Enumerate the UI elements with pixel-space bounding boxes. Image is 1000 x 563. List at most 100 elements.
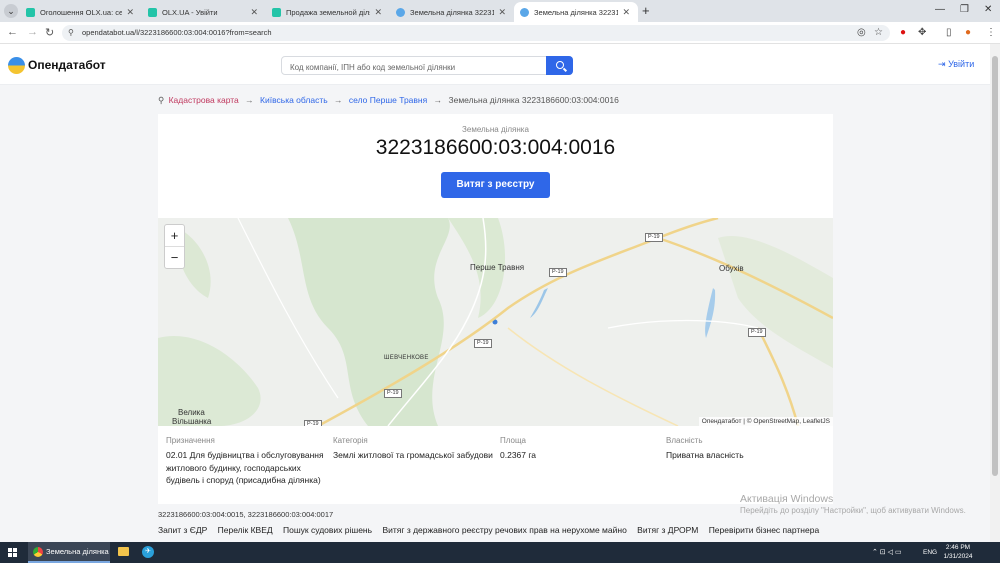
tab-search-icon[interactable]: ⌄ — [4, 4, 18, 18]
tab-title: Земельна ділянка 32231866 — [410, 7, 495, 17]
zoom-control: + − — [164, 224, 185, 269]
footer-link[interactable]: Витяг з державного реєстру речових прав … — [382, 525, 626, 535]
ownership-column: Власність Приватна власність — [666, 436, 826, 462]
purpose-value: 02.01 Для будівництва і обслуговування ж… — [166, 450, 324, 485]
system-tray-icons[interactable]: ⌃ ⊡ ◁ ▭ — [872, 548, 902, 556]
browser-tab-active[interactable]: Земельна ділянка 3223186600 ✕ — [514, 2, 638, 22]
close-icon[interactable]: ✕ — [374, 7, 382, 18]
new-tab-button[interactable]: + — [642, 3, 650, 18]
breadcrumb-link[interactable]: Київська область — [260, 95, 328, 105]
map-label: ШЕВЧЕНКОВЕ — [384, 355, 429, 361]
purpose-column: Призначення 02.01 Для будівництва і обсл… — [166, 436, 326, 487]
area-value: 0.2367 га — [500, 450, 537, 460]
address-toolbar: ← → ↻ ⚲ opendatabot.ua/l/3223186600:03:0… — [0, 22, 1000, 44]
ownership-value: Приватна власність — [666, 450, 744, 460]
zoom-out-button[interactable]: − — [165, 247, 184, 269]
footer-link[interactable]: Перевірити бізнес партнера — [709, 525, 820, 535]
category-label: Категорія — [333, 436, 368, 445]
clock-date: 1/31/2024 — [943, 552, 973, 560]
footer-link[interactable]: Пошук судових рішень — [283, 525, 372, 535]
tab-favicon — [148, 7, 157, 17]
map-attribution[interactable]: Опендатабот | © OpenStreetMap, LeafletJS — [698, 417, 833, 426]
related-parcels[interactable]: 3223186600:03:004:0015, 3223186600:03:00… — [158, 510, 333, 519]
menu-icon[interactable]: ⋮ — [986, 27, 996, 38]
reload-icon[interactable]: ↻ — [45, 26, 54, 39]
language-indicator[interactable]: ENG — [923, 549, 937, 556]
forward-icon[interactable]: → — [27, 26, 38, 38]
search-box — [281, 56, 573, 76]
tab-title: Оголошення OLX.ua: сервіс ог — [40, 7, 123, 17]
site-header: Опендатабот ⇥ Увійти — [0, 44, 990, 85]
windows-activation-text: Перейдіть до розділу "Настройки", щоб ак… — [740, 506, 966, 515]
parcel-subtitle: Земельна ділянка — [462, 125, 529, 134]
breadcrumb-link[interactable]: село Перше Травня — [349, 95, 427, 105]
logo-icon[interactable] — [8, 57, 25, 74]
browser-tab[interactable]: Земельна ділянка 32231866 ✕ — [390, 2, 514, 22]
map-canvas — [158, 218, 833, 426]
star-icon[interactable]: ☆ — [874, 27, 883, 38]
area-label: Площа — [500, 436, 526, 445]
url-text: opendatabot.ua/l/3223186600:03:004:0016?… — [82, 28, 272, 37]
footer-link[interactable]: Витяг з ДРОРМ — [637, 525, 698, 535]
login-label: Увійти — [948, 59, 975, 69]
folder-icon[interactable] — [118, 547, 129, 556]
parcel-details: Призначення 02.01 Для будівництва і обсл… — [158, 426, 833, 504]
registry-extract-button[interactable]: Витяг з реєстру — [441, 172, 550, 198]
profile-icon[interactable]: ● — [965, 27, 971, 38]
opera-icon[interactable]: ● — [900, 27, 906, 38]
map-label: Вільшанка — [172, 417, 212, 426]
scrollbar[interactable] — [990, 44, 1000, 542]
minimize-icon[interactable]: — — [935, 4, 945, 15]
road-label: Р-19 — [474, 339, 492, 348]
login-link[interactable]: ⇥ Увійти — [938, 59, 974, 70]
map-label: Обухів — [719, 264, 744, 273]
road-label: Р-19 — [384, 389, 402, 398]
eye-off-icon[interactable]: ◎ — [857, 27, 866, 38]
taskbar-app-title: Земельна ділянка ... — [46, 547, 110, 556]
back-icon[interactable]: ← — [7, 26, 18, 38]
scrollbar-thumb[interactable] — [992, 56, 998, 476]
chrome-icon — [33, 547, 43, 557]
footer-link[interactable]: Запит з ЄДР — [158, 525, 207, 535]
map-pin-icon: ⚲ — [158, 95, 165, 105]
extensions-icon[interactable]: ✥ — [918, 27, 926, 38]
footer-link[interactable]: Перелік КВЕД — [218, 525, 273, 535]
tab-favicon — [26, 7, 35, 17]
sidebar-icon[interactable]: ▯ — [946, 27, 952, 38]
browser-tab[interactable]: OLX.UA - Увійти ✕ — [142, 2, 266, 22]
category-column: Категорія Землі житлової та громадської … — [333, 436, 493, 462]
footer-links: Запит з ЄДР Перелік КВЕД Пошук судових р… — [158, 525, 827, 535]
forest-area — [158, 336, 261, 426]
breadcrumb-current: Земельна ділянка 3223186600:03:004:0016 — [448, 95, 619, 105]
tab-title: Продажа земельной ділянки — [286, 7, 370, 17]
clock[interactable]: 2:46 PM 1/31/2024 — [940, 544, 976, 561]
site-info-icon[interactable]: ⚲ — [68, 25, 74, 41]
telegram-icon[interactable]: ✈ — [142, 546, 154, 558]
parcel-map[interactable]: + − Перше Травня Обухів ШЕВЧЕНКОВЕ Велик… — [158, 218, 833, 426]
browser-tab[interactable]: Оголошення OLX.ua: сервіс ог ✕ — [20, 2, 142, 22]
close-icon[interactable]: ✕ — [498, 7, 506, 18]
forest-area — [718, 236, 833, 368]
window-close-icon[interactable]: ✕ — [984, 4, 992, 15]
logo-text[interactable]: Опендатабот — [28, 58, 106, 72]
tab-favicon — [396, 7, 405, 17]
taskbar: Земельна ділянка ... ✈ ⌃ ⊡ ◁ ▭ ENG 2:46 … — [0, 542, 1000, 563]
tab-title: OLX.UA - Увійти — [162, 7, 218, 17]
windows-start-icon[interactable] — [8, 548, 17, 557]
search-button[interactable] — [546, 56, 573, 75]
breadcrumb-link[interactable]: Кадастрова карта — [169, 95, 239, 105]
tab-title: Земельна ділянка 3223186600 — [534, 7, 619, 17]
taskbar-chrome-app[interactable]: Земельна ділянка ... — [28, 542, 110, 563]
maximize-icon[interactable]: ❐ — [960, 4, 969, 15]
road-label: Р-19 — [549, 268, 567, 277]
close-icon[interactable]: ✕ — [622, 7, 630, 18]
browser-tab[interactable]: Продажа земельной ділянки ✕ — [266, 2, 390, 22]
close-icon[interactable]: ✕ — [250, 7, 258, 18]
url-field[interactable]: ⚲ opendatabot.ua/l/3223186600:03:004:001… — [62, 25, 890, 41]
forest-area — [288, 218, 450, 426]
zoom-in-button[interactable]: + — [165, 225, 184, 247]
breadcrumb-separator: → — [433, 95, 443, 105]
road-label: Р-19 — [748, 328, 766, 337]
close-icon[interactable]: ✕ — [126, 7, 134, 18]
search-input[interactable] — [282, 59, 542, 76]
